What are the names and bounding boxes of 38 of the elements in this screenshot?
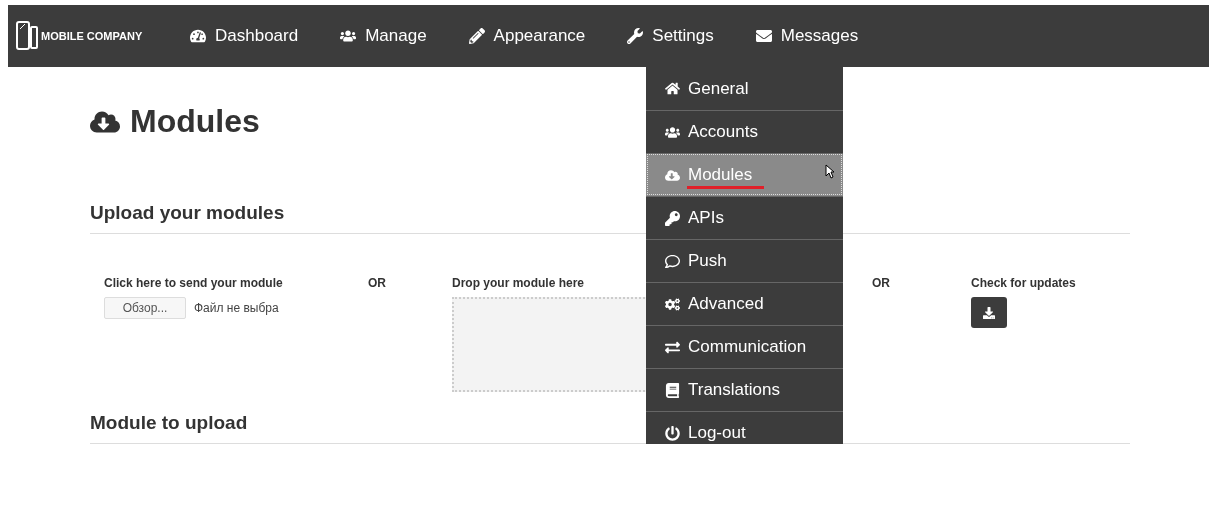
home-icon	[665, 81, 680, 96]
drop-label: Drop your module here	[452, 276, 585, 290]
cloud-download-icon	[665, 167, 680, 183]
nav-item[interactable]: Messages	[755, 26, 859, 46]
file-status: Файл не выбра	[194, 301, 279, 315]
wrench-icon	[627, 28, 644, 44]
or-label: OR	[368, 276, 387, 292]
users-icon	[340, 28, 357, 44]
menu-item[interactable]: Advanced	[646, 282, 843, 325]
nav-item[interactable]: Appearance	[468, 26, 586, 46]
check-updates-button[interactable]	[971, 297, 1007, 328]
page-title: Modules	[130, 103, 260, 140]
dashboard-icon	[190, 28, 206, 44]
users-icon	[665, 124, 680, 140]
download-icon	[983, 306, 995, 319]
nav-item[interactable]: Dashboard	[190, 26, 299, 46]
menu-item[interactable]: General	[646, 67, 843, 110]
menu-item[interactable]: APIs	[646, 196, 843, 239]
menu-item[interactable]: Log-out	[646, 411, 843, 444]
menu-item[interactable]: Translations	[646, 368, 843, 411]
updates-label: Check for updates	[971, 276, 1076, 290]
gears-icon	[665, 296, 680, 312]
send-label: Click here to send your module	[104, 276, 283, 290]
nav-item[interactable]: Manage	[340, 26, 427, 46]
envelope-icon	[755, 28, 772, 44]
menu-item[interactable]: Push	[646, 239, 843, 282]
browse-button[interactable]: Обзор...	[104, 297, 186, 319]
cursor-icon	[825, 164, 835, 179]
pencil-icon	[468, 28, 485, 44]
or-label: OR	[872, 276, 891, 292]
book-icon	[665, 382, 680, 398]
phones-logo-icon	[16, 21, 38, 51]
power-icon	[665, 425, 680, 441]
nav-item[interactable]: Settings	[627, 26, 714, 46]
key-icon	[665, 210, 680, 226]
arrows-icon	[665, 339, 680, 355]
brand-name: MOBILE COMPANY	[41, 30, 143, 42]
speech-bubble-icon	[665, 253, 680, 269]
